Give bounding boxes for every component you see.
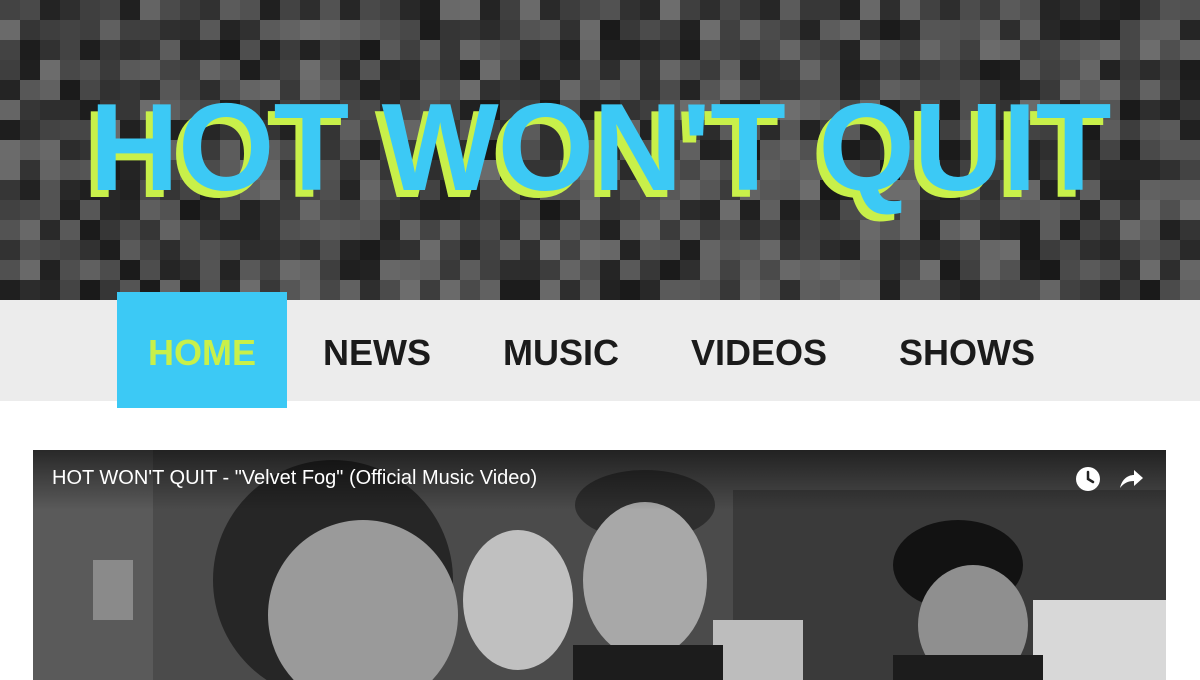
share-icon[interactable] [1116,464,1146,494]
video-title[interactable]: HOT WON'T QUIT - "Velvet Fog" (Official … [52,467,537,490]
nav-item-videos[interactable]: VIDEOS [655,292,863,408]
watch-later-icon[interactable] [1073,464,1103,494]
main-navigation: HOME NEWS MUSIC VIDEOS SHOWS [0,292,1200,408]
header-banner: HOT WON'T QUIT [0,0,1200,300]
nav-item-shows[interactable]: SHOWS [863,292,1071,408]
video-player[interactable]: HOT WON'T QUIT - "Velvet Fog" (Official … [33,450,1166,680]
nav-item-music[interactable]: MUSIC [467,292,655,408]
nav-item-news[interactable]: NEWS [287,292,467,408]
site-title[interactable]: HOT WON'T QUIT [0,86,1200,210]
nav-item-home[interactable]: HOME [117,292,287,408]
